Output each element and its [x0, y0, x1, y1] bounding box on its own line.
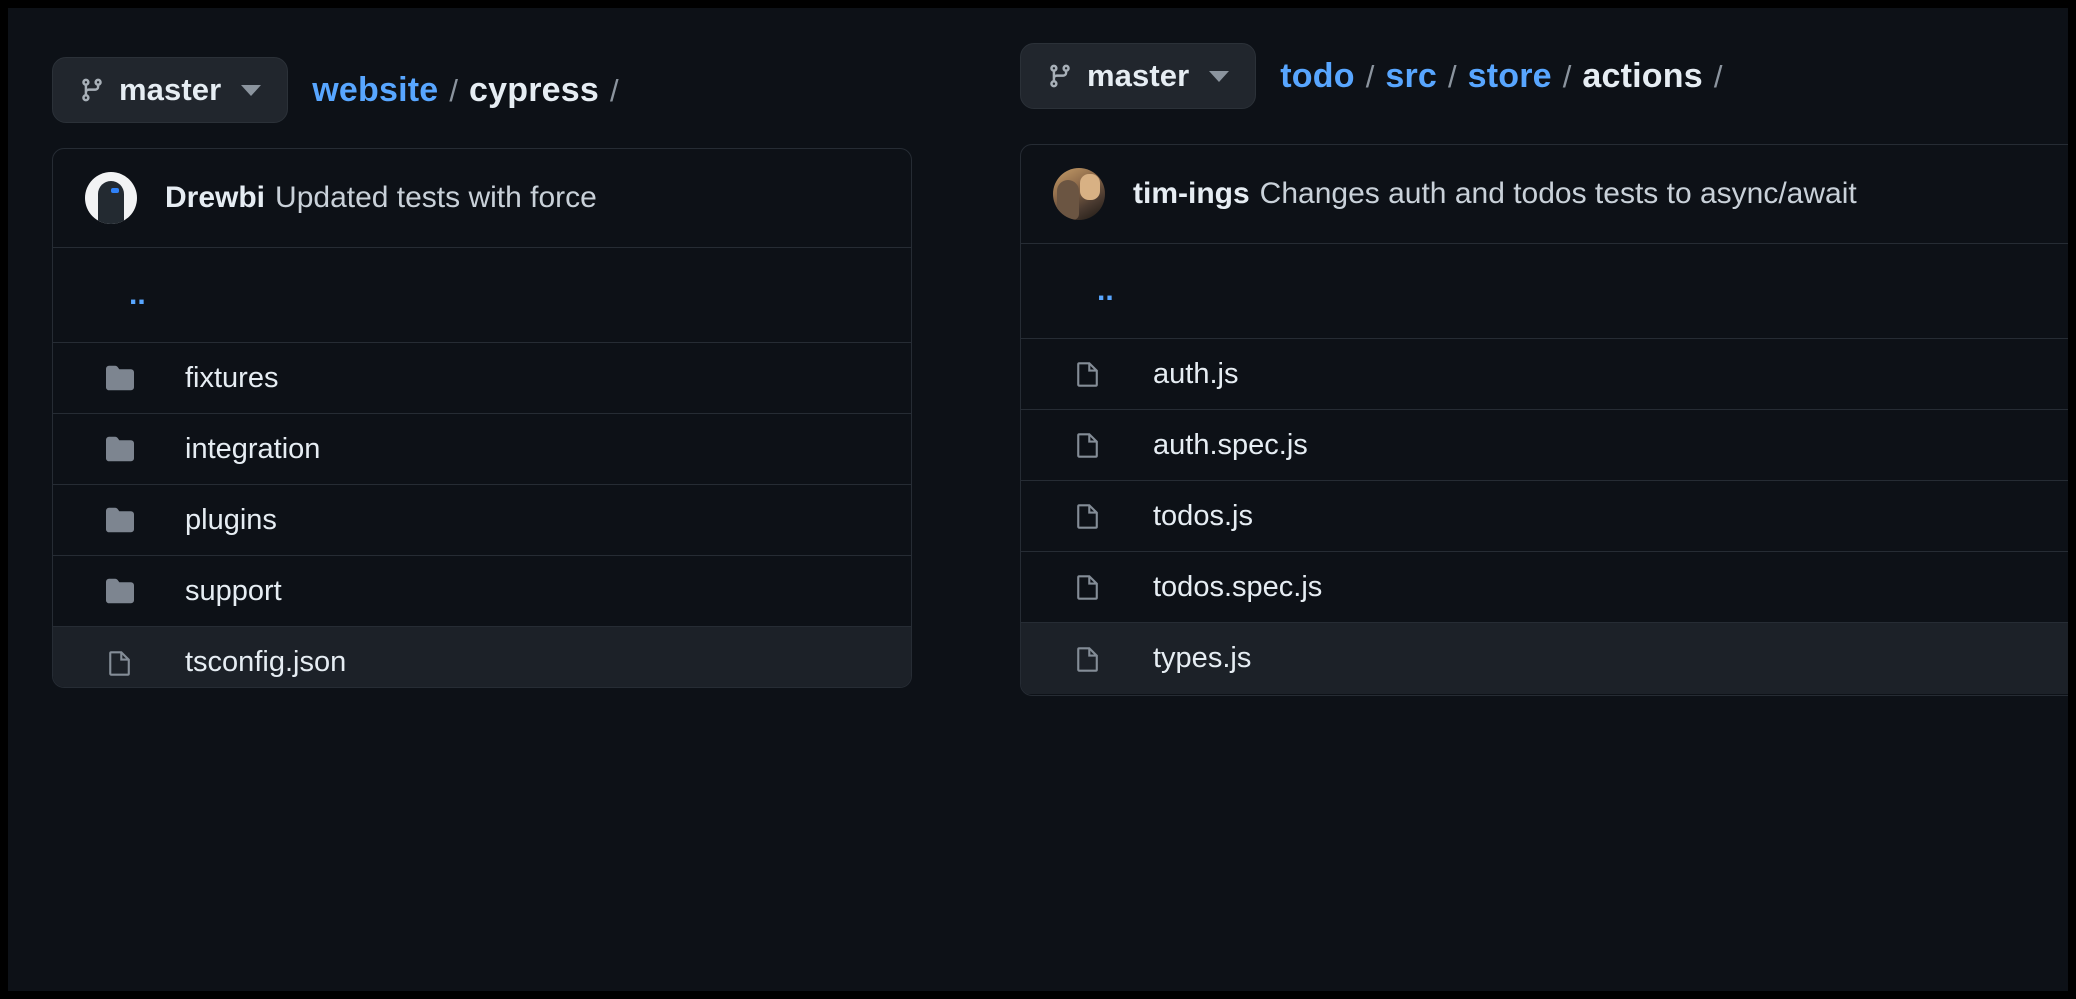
entry-name[interactable]: fixtures	[185, 362, 278, 395]
table-row[interactable]: todos.spec.js	[1021, 552, 2068, 623]
commit-author[interactable]: Drewbi	[165, 181, 265, 214]
repo-panel-right: master todo / src / store / actions / ti…	[1008, 8, 2068, 991]
parent-directory-link[interactable]: ..	[129, 280, 146, 310]
breadcrumb-separator: /	[1713, 58, 1723, 94]
avatar	[85, 172, 137, 224]
commit-summary: Drewbi Updated tests with force	[165, 181, 597, 215]
chevron-down-icon	[241, 84, 262, 96]
panel-header-right: master todo / src / store / actions /	[1020, 40, 1733, 112]
table-row[interactable]: plugins	[53, 485, 911, 556]
breadcrumb-link-todo[interactable]: todo	[1280, 57, 1354, 96]
breadcrumb: todo / src / store / actions /	[1280, 57, 1733, 96]
branch-name-label: master	[119, 72, 222, 107]
breadcrumb-separator: /	[1448, 58, 1457, 94]
screenshot-canvas: master website / cypress / Drewbi Updated…	[8, 8, 2068, 991]
branch-selector-button[interactable]: master	[1020, 43, 1257, 109]
breadcrumb-separator: /	[449, 72, 459, 108]
file-icon	[1071, 571, 1105, 603]
folder-icon	[103, 364, 137, 392]
breadcrumb-separator: /	[609, 72, 619, 108]
table-row[interactable]: integration	[53, 414, 911, 485]
latest-commit-row: Drewbi Updated tests with force	[53, 149, 911, 248]
folder-icon	[103, 506, 137, 534]
commit-author[interactable]: tim-ings	[1133, 177, 1250, 210]
entry-name[interactable]: tsconfig.json	[185, 646, 346, 679]
breadcrumb-link-src[interactable]: src	[1385, 57, 1437, 96]
entry-name[interactable]: integration	[185, 433, 320, 466]
breadcrumb: website / cypress /	[312, 71, 629, 110]
table-row[interactable]: fixtures	[53, 343, 911, 414]
folder-icon	[103, 435, 137, 463]
entry-name[interactable]: auth.js	[1153, 358, 1238, 391]
parent-directory-row[interactable]: ..	[53, 248, 911, 343]
git-branch-icon	[1047, 61, 1073, 91]
breadcrumb-separator: /	[1562, 58, 1572, 94]
entry-name[interactable]: plugins	[185, 504, 277, 537]
table-row[interactable]: tsconfig.json	[53, 627, 911, 687]
breadcrumb-link-website[interactable]: website	[312, 71, 438, 110]
branch-name-label: master	[1087, 58, 1190, 93]
entry-name[interactable]: todos.spec.js	[1153, 571, 1322, 604]
avatar	[1053, 168, 1105, 220]
file-listing-left: Drewbi Updated tests with force .. fixtur…	[52, 148, 912, 688]
table-row[interactable]: todos.js	[1021, 481, 2068, 552]
panel-header-left: master website / cypress /	[52, 54, 630, 126]
breadcrumb-separator: /	[1365, 58, 1375, 94]
parent-directory-row[interactable]: ..	[1021, 244, 2068, 339]
entry-name[interactable]: auth.spec.js	[1153, 429, 1308, 462]
table-row[interactable]: support	[53, 556, 911, 627]
file-listing-right: tim-ings Changes auth and todos tests to …	[1020, 144, 2068, 696]
file-icon	[1071, 500, 1105, 532]
chevron-down-icon	[1209, 70, 1230, 82]
breadcrumb-current-actions: actions	[1582, 56, 1703, 95]
table-row[interactable]: auth.spec.js	[1021, 410, 2068, 481]
file-icon	[1071, 643, 1105, 675]
entry-name[interactable]: todos.js	[1153, 500, 1253, 533]
file-icon	[103, 647, 137, 679]
file-icon	[1071, 358, 1105, 390]
commit-message[interactable]: Updated tests with force	[275, 181, 597, 214]
table-row[interactable]: types.js	[1021, 623, 2068, 694]
entry-name[interactable]: types.js	[1153, 642, 1251, 675]
entry-name[interactable]: support	[185, 575, 282, 608]
file-icon	[1071, 429, 1105, 461]
branch-selector-button[interactable]: master	[52, 57, 289, 123]
breadcrumb-link-store[interactable]: store	[1468, 57, 1552, 96]
parent-directory-link[interactable]: ..	[1097, 276, 1114, 306]
repo-panel-left: master website / cypress / Drewbi Updated…	[8, 8, 958, 991]
commit-summary: tim-ings Changes auth and todos tests to …	[1133, 177, 1857, 211]
breadcrumb-current-cypress: cypress	[469, 70, 599, 109]
latest-commit-row: tim-ings Changes auth and todos tests to …	[1021, 145, 2068, 244]
table-row[interactable]: auth.js	[1021, 339, 2068, 410]
commit-message[interactable]: Changes auth and todos tests to async/aw…	[1260, 177, 1857, 210]
folder-icon	[103, 577, 137, 605]
git-branch-icon	[79, 75, 105, 105]
